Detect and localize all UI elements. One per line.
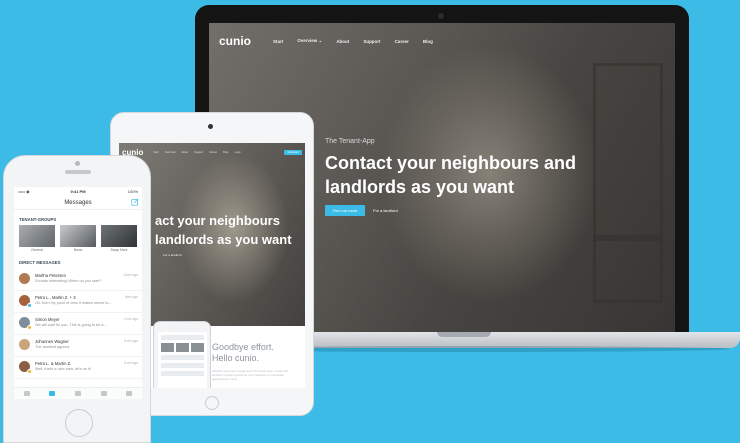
message-preview: The landlord agreed. [35,345,71,349]
download-button[interactable]: Download [284,149,302,155]
page-title: Messages [64,199,92,206]
message-time: 5 min ago [124,339,138,343]
messages-icon[interactable] [49,391,56,396]
group-image [19,225,55,247]
mini-row [161,363,204,368]
group-name: General [30,248,44,252]
unread-badge [27,369,32,374]
nav-item-support[interactable]: Support [194,151,203,154]
message-list: Martha Petersen Sounds interesting! When… [14,269,142,379]
camera-icon [438,13,444,19]
camera-icon [208,124,213,129]
site-logo[interactable]: cunio [219,34,251,48]
status-bar: ••••• ◉ 9:41 PM 100% [14,187,142,195]
for-landlord-link[interactable]: For a landlord [163,253,182,257]
message-time: 5min ago [124,295,138,299]
group-general[interactable]: General [19,225,55,252]
message-time: 5 min ago [124,361,138,365]
nav-item-start[interactable]: Start [153,151,158,154]
support-icon[interactable] [100,391,107,396]
phone-screen: ••••• ◉ 9:41 PM 100% Messages TENANT-GRO… [14,187,142,399]
find-out-more-button[interactable]: Find out more [325,205,365,216]
message-preview: Well, that's a nice idea, let's do it! [35,367,91,371]
avatar [19,273,30,284]
laptop-notch [437,332,491,337]
mini-row [161,355,204,360]
list-item[interactable]: Petra L., Martin Z. + 3 Ok, from my poin… [14,291,142,313]
nav-item-blog[interactable]: Blog [223,151,228,154]
nav-item-career[interactable]: Career [395,39,409,44]
nav-item-about[interactable]: About [336,39,349,44]
mini-row [161,335,204,340]
compose-icon[interactable] [131,198,139,206]
message-sender: Petra L., Martin Z. + 3 [35,295,76,300]
nav-item-start[interactable]: Start [273,39,283,44]
home-button[interactable] [205,396,219,410]
unread-badge [27,303,32,308]
avatar [19,339,30,350]
mini-phone-screen [158,332,207,388]
message-sender: Martha Petersen [35,273,66,278]
group-news[interactable]: News [60,225,96,252]
message-preview: Sounds interesting! When do you start? [35,279,102,283]
site-nav: cunio Start Overview ⌄ About Support Car… [219,33,665,49]
group-name: Swap Mark [110,248,128,252]
section-title: Goodbye effort. Hello cunio. [212,342,274,363]
status-time: 9:41 PM [70,188,86,194]
nav-item-overview[interactable]: Overview ⌄ [297,38,322,44]
hero-eyebrow: The Tenant-App [325,138,375,145]
home-button[interactable] [65,409,93,437]
direct-messages-label: DIRECT MESSAGES [19,260,61,265]
nav-item-login[interactable]: Login [234,151,240,154]
mini-phone-illustration [153,321,211,388]
hero-headline: act your neighbours landlords as you wan… [155,213,292,247]
for-landlord-link[interactable]: For a landlord [373,205,398,216]
speaker-icon [65,170,91,174]
group-image [101,225,137,247]
nav-item-career[interactable]: Career [209,151,217,154]
list-item[interactable]: Johannes Wagner The landlord agreed. 5 m… [14,335,142,357]
nav-item-overview[interactable]: Overview [165,151,176,154]
message-preview: Ok, from my point of view it makes sense… [35,301,112,305]
tablet-nav: cunio Start Overview News Support Career… [122,147,302,157]
nav-item-blog[interactable]: Blog [423,39,433,44]
message-sender: Simon Meyer [35,317,60,322]
tab-bar [14,387,142,399]
home-icon[interactable] [23,391,30,396]
group-name: News [73,248,83,252]
message-time: 12min ago [123,273,138,277]
mini-row [161,371,204,376]
nav-item-news[interactable]: News [182,151,189,154]
group-image [60,225,96,247]
message-sender: Petra L. & Martin Z. [35,361,72,366]
settings-icon[interactable] [126,391,133,396]
nav-item-support[interactable]: Support [363,39,380,44]
messages-header: Messages [14,196,142,210]
camera-icon [75,161,80,166]
section-text: Whether you need to agree upon the house… [212,369,289,381]
list-item[interactable]: Simon Meyer We will wait for you. This i… [14,313,142,335]
mini-groups [161,343,204,352]
groups-icon[interactable] [74,391,81,396]
phone: ••••• ◉ 9:41 PM 100% Messages TENANT-GRO… [3,155,151,443]
message-preview: We will wait for you. This is going to b… [35,323,107,327]
list-item[interactable]: Martha Petersen Sounds interesting! When… [14,269,142,291]
message-sender: Johannes Wagner [35,339,69,344]
hero-headline: Contact your neighbours and landlords as… [325,153,577,197]
message-time: 2 min ago [124,317,138,321]
unread-badge [27,325,32,330]
tenant-groups-label: TENANT-GROUPS [19,217,57,222]
group-swap-mark[interactable]: Swap Mark [101,225,137,252]
tenant-groups: General News Swap Mark [19,225,137,252]
list-item[interactable]: Petra L. & Martin Z. Well, that's a nice… [14,357,142,379]
